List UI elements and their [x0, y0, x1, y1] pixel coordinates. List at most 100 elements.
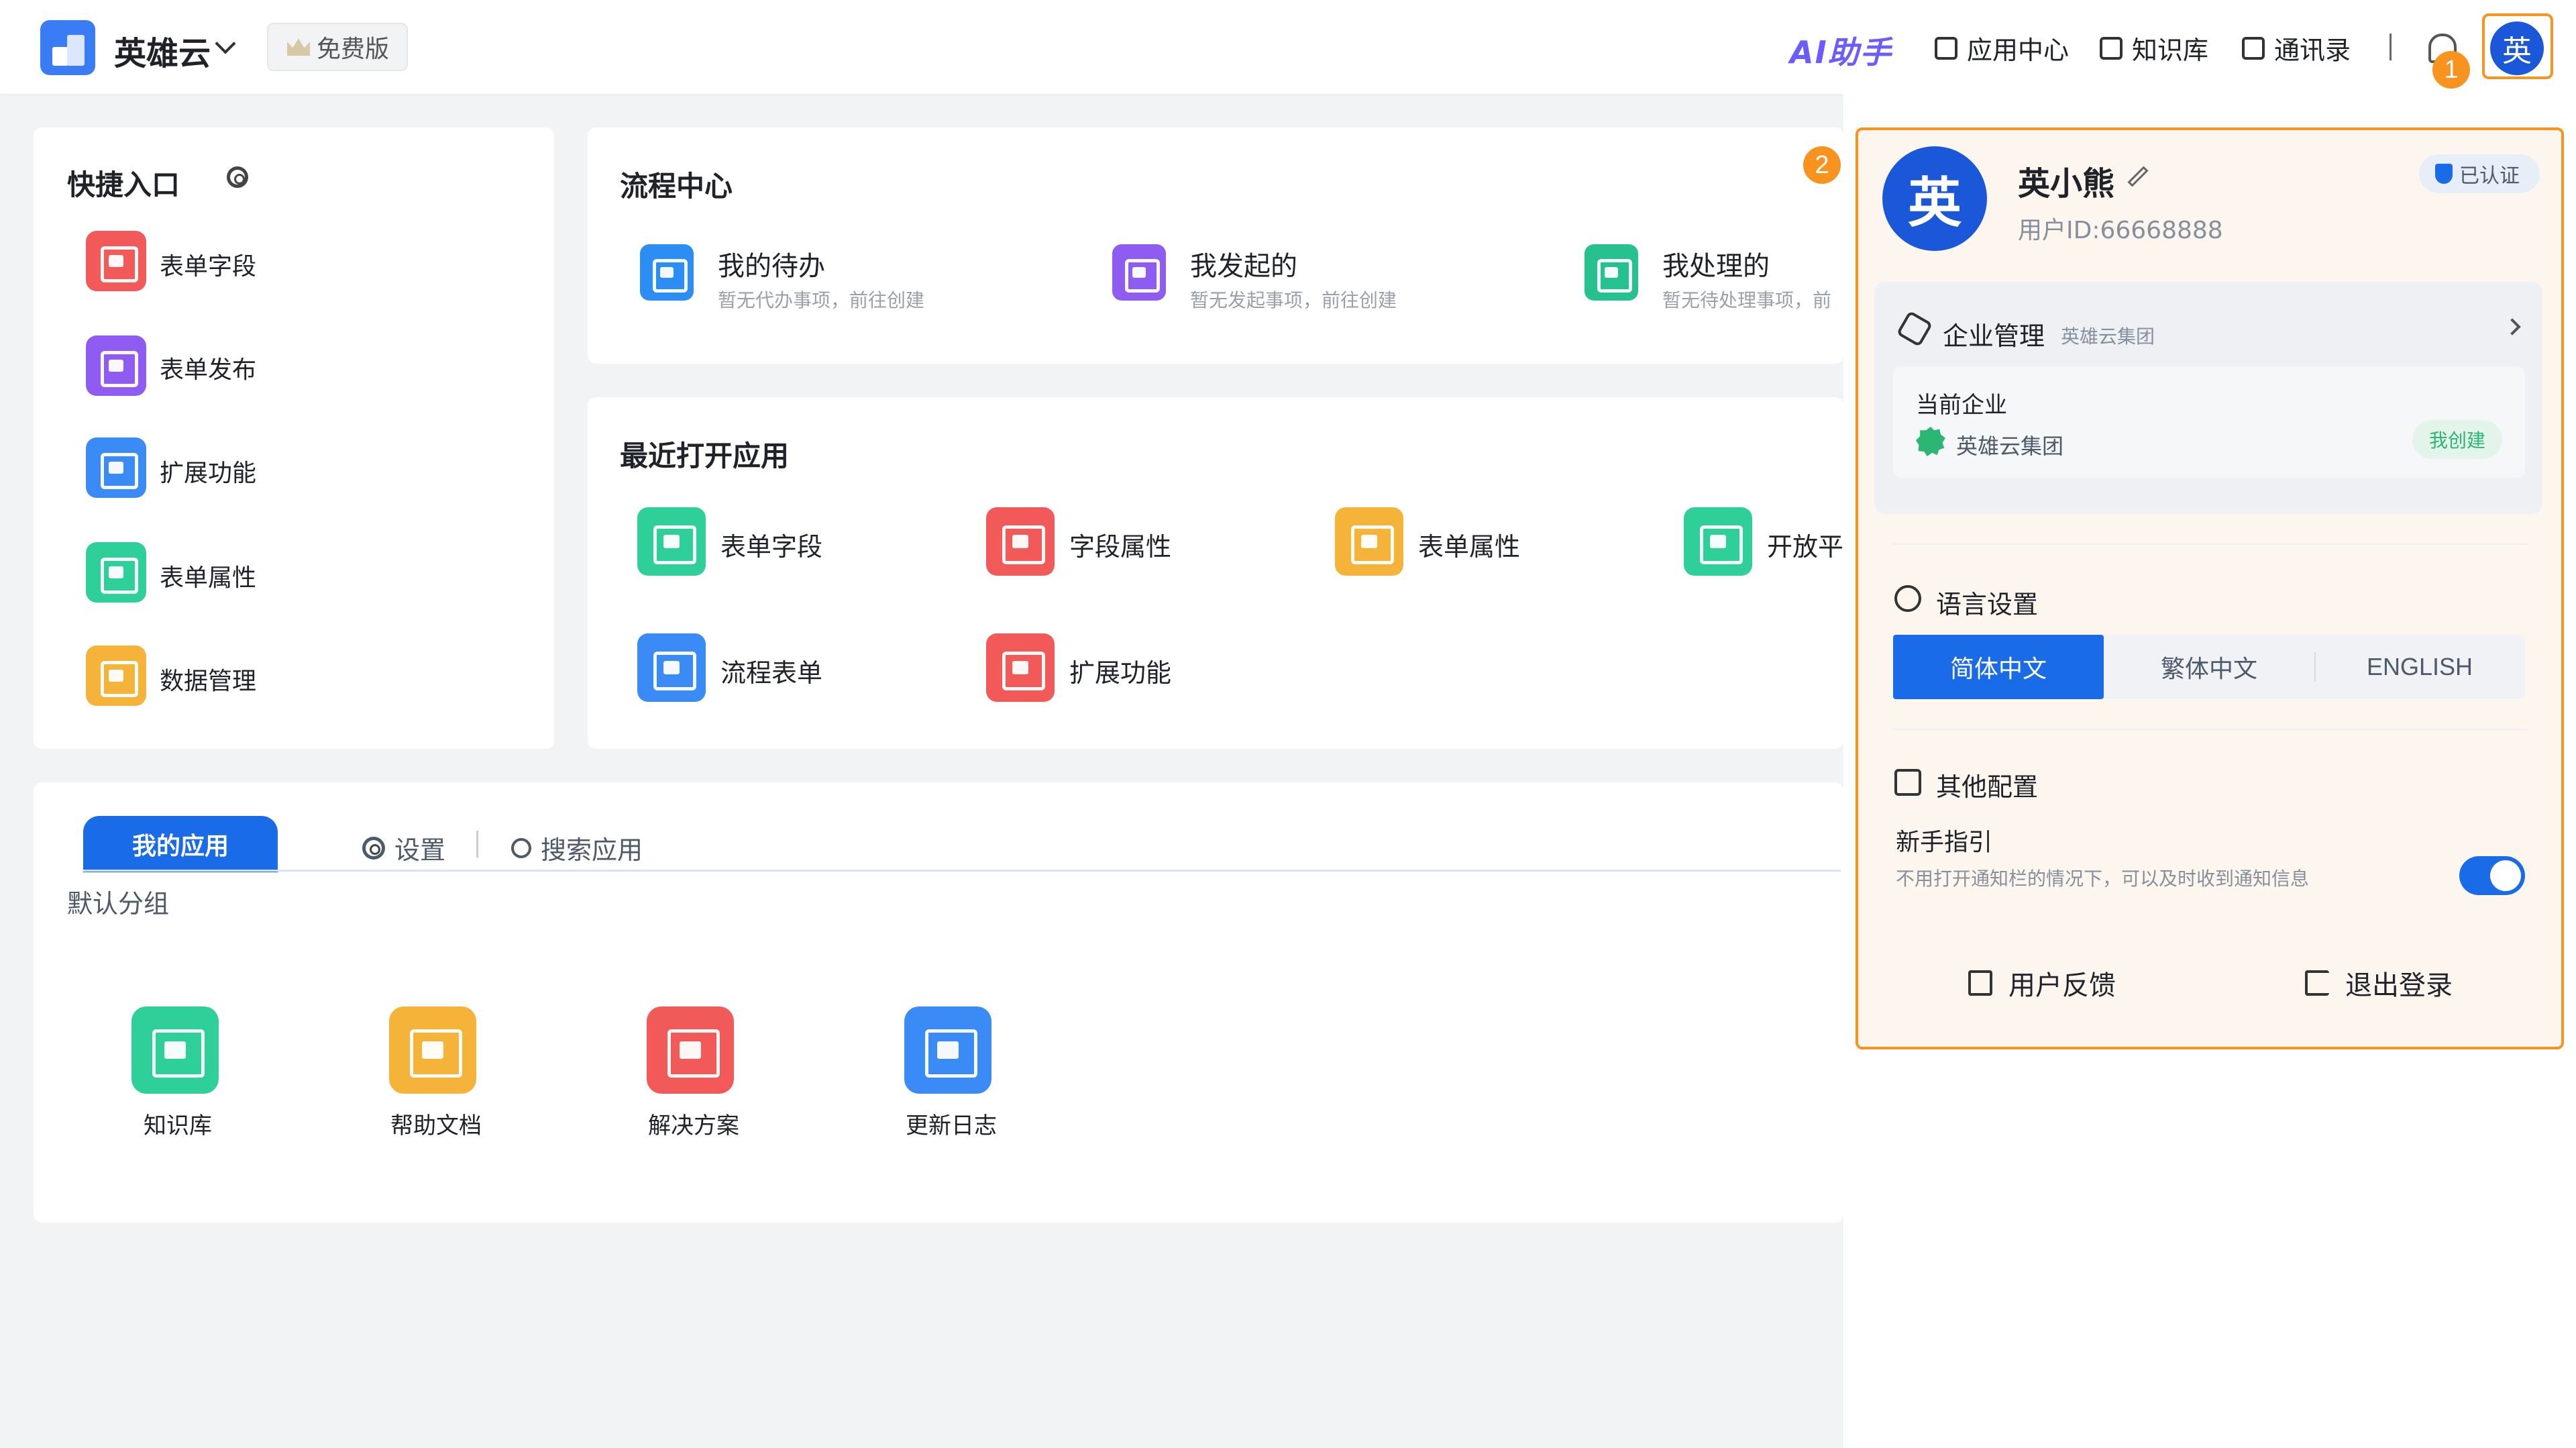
logout-label: 退出登录	[2345, 970, 2453, 1001]
guide-label: 新手指引	[1896, 829, 1993, 856]
tab-search-apps[interactable]: 搜索应用	[511, 829, 643, 866]
verified-shield-icon	[2435, 164, 2453, 184]
nav-contacts[interactable]: 通讯录	[2242, 30, 2351, 66]
flow-item-title[interactable]: 我发起的	[1190, 244, 1297, 283]
form-attr-icon[interactable]	[1335, 507, 1403, 576]
header-avatar[interactable]: 英	[2490, 21, 2544, 75]
globe-icon	[1894, 585, 1921, 612]
feedback-label: 用户反馈	[2008, 970, 2116, 1001]
publish-window-icon[interactable]	[86, 335, 146, 396]
verified-label: 已认证	[2459, 164, 2520, 188]
language-title: 语言设置	[1936, 590, 2039, 619]
nav-divider	[2390, 34, 2392, 60]
logout-icon	[2305, 970, 2329, 996]
lang-option-traditional[interactable]: 繁体中文	[2104, 635, 2314, 699]
guide-toggle[interactable]	[2459, 856, 2525, 895]
tab-my-apps[interactable]: 我的应用	[83, 816, 278, 872]
gear-icon	[362, 836, 385, 860]
flow-item-subtitle[interactable]: 暂无发起事项，前往创建	[1190, 286, 1397, 313]
quick-entry-label[interactable]: 数据管理	[160, 662, 256, 696]
knowledge-base-icon[interactable]	[131, 1006, 219, 1094]
brand-name[interactable]: 英雄云	[114, 27, 211, 74]
other-config-title: 其他配置	[1936, 772, 2039, 802]
flow-item-title[interactable]: 我处理的	[1662, 244, 1770, 283]
recent-app-label[interactable]: 流程表单	[720, 652, 822, 689]
guide-description: 不用打开通知栏的情况下，可以及时收到通知信息	[1896, 868, 2310, 890]
recent-app-label[interactable]: 表单属性	[1418, 526, 1520, 563]
profile-user-id: 用户ID:66668888	[2018, 217, 2223, 244]
form-field-icon[interactable]	[637, 507, 706, 576]
tab-settings-label: 设置	[394, 835, 446, 865]
field-attr-icon[interactable]	[986, 507, 1055, 576]
data-chart-icon[interactable]	[86, 645, 146, 706]
section-divider	[1893, 729, 2528, 730]
lang-option-english[interactable]: ENGLISH	[2314, 635, 2525, 699]
nav-app-center[interactable]: 应用中心	[1935, 30, 2069, 66]
recent-app-label[interactable]: 字段属性	[1069, 526, 1171, 563]
plan-badge[interactable]: 免费版	[267, 23, 408, 71]
extend-function-icon[interactable]	[986, 633, 1055, 702]
crown-icon	[287, 38, 310, 56]
list-table-icon[interactable]	[86, 542, 146, 603]
monitor-config-icon	[1894, 769, 1921, 796]
solutions-icon[interactable]	[647, 1006, 734, 1094]
recent-app-label[interactable]: 开放平	[1767, 526, 1843, 563]
nav-knowledge-base[interactable]: 知识库	[2100, 30, 2208, 66]
recent-app-label[interactable]: 扩展功能	[1069, 652, 1171, 689]
my-app-label[interactable]: 更新日志	[906, 1107, 997, 1140]
verified-badge: 已认证	[2419, 154, 2540, 193]
my-apps-card	[34, 782, 1843, 1223]
process-form-icon[interactable]	[637, 633, 706, 702]
my-app-label[interactable]: 知识库	[144, 1107, 212, 1140]
bell-todo-icon[interactable]	[640, 244, 694, 301]
changelog-icon[interactable]	[904, 1006, 991, 1094]
handled-doc-icon[interactable]	[1585, 244, 1638, 301]
nav-label: 应用中心	[1967, 36, 2070, 65]
quick-entry-label[interactable]: 表单发布	[160, 350, 256, 385]
mail-extend-icon[interactable]	[86, 437, 146, 498]
flow-item-subtitle[interactable]: 暂无代办事项，前往创建	[718, 286, 924, 313]
tab-underline	[83, 870, 1841, 872]
store-icon	[1935, 36, 1957, 60]
step-badge-1: 1	[2432, 51, 2470, 89]
chevron-down-icon[interactable]	[215, 33, 236, 54]
play-started-icon[interactable]	[1112, 244, 1166, 301]
process-center-title: 流程中心	[620, 170, 733, 203]
ai-assistant-button[interactable]: AI助手	[1790, 28, 1892, 72]
quick-entry-label[interactable]: 表单字段	[160, 247, 256, 282]
logout-button[interactable]: 退出登录	[2305, 964, 2453, 1002]
my-app-label[interactable]: 帮助文档	[390, 1107, 482, 1140]
recent-app-label[interactable]: 表单字段	[720, 526, 822, 563]
current-enterprise-name: 英雄云集团	[1956, 433, 2064, 459]
quick-entry-label[interactable]: 表单属性	[160, 558, 256, 593]
lang-option-simplified[interactable]: 简体中文	[1893, 635, 2104, 699]
created-by-me-tag: 我创建	[2412, 420, 2502, 459]
my-app-label[interactable]: 解决方案	[648, 1107, 739, 1140]
feedback-button[interactable]: 用户反馈	[1968, 964, 2116, 1002]
quick-entry-title: 快捷入口	[67, 168, 180, 201]
quick-entry-label[interactable]: 扩展功能	[160, 454, 256, 488]
flow-item-title[interactable]: 我的待办	[718, 244, 825, 283]
profile-avatar: 英	[1882, 146, 1987, 251]
profile-name: 英小熊	[2018, 165, 2115, 203]
gear-icon[interactable]	[227, 166, 248, 188]
open-platform-icon[interactable]	[1684, 507, 1752, 576]
recent-apps-title: 最近打开应用	[620, 439, 790, 472]
flow-item-subtitle[interactable]: 暂无待处理事项，前	[1662, 286, 1831, 313]
brand-logo-icon[interactable]	[40, 20, 95, 75]
search-icon	[511, 837, 531, 858]
help-docs-icon[interactable]	[389, 1006, 476, 1094]
tab-settings[interactable]: 设置	[362, 829, 445, 866]
book-icon	[2100, 36, 2123, 60]
section-divider	[1893, 544, 2528, 545]
feedback-doc-icon	[1968, 970, 1992, 996]
clipboard-chart-icon[interactable]	[86, 231, 146, 291]
nav-label: 通讯录	[2274, 36, 2351, 65]
plan-badge-label: 免费版	[317, 36, 390, 63]
nav-label: 知识库	[2132, 36, 2209, 65]
address-book-icon	[2242, 36, 2265, 60]
group-label: 默认分组	[67, 889, 170, 919]
current-enterprise-label: 当前企业	[1916, 392, 2007, 419]
tab-divider	[476, 831, 478, 858]
enterprise-title[interactable]: 企业管理	[1943, 315, 2045, 352]
